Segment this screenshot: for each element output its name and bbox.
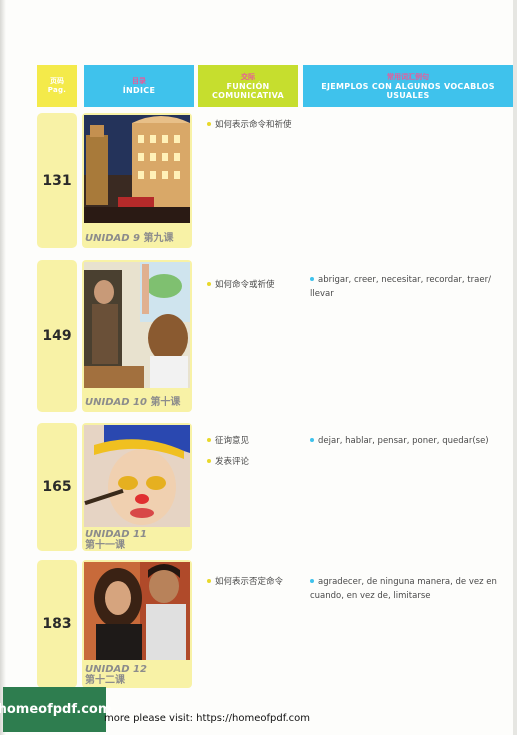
header-index-es: ÍNDICE: [122, 86, 156, 95]
page-right-edge: [513, 0, 517, 735]
header-page-zh: 页码: [50, 77, 64, 85]
page-number: 131: [42, 172, 72, 189]
example-item: abrigar, creer, necesitar, recordar, tra…: [310, 273, 508, 301]
unit-title: UNIDAD 11 第十一课: [85, 529, 147, 551]
unit-title-es: UNIDAD 9: [85, 233, 140, 244]
page-number: 183: [42, 616, 72, 632]
unit-title-es: UNIDAD 11: [85, 529, 147, 540]
header-examples-column: 常用词汇例句 EJEMPLOS CON ALGUNOS VOCABLOS USU…: [303, 65, 513, 107]
bullet-icon: [207, 437, 211, 442]
page-number-cell: 131: [37, 113, 77, 248]
unit-title-zh: 第十课: [150, 397, 181, 408]
page-binding-shadow: [0, 0, 6, 735]
bullet-icon: [207, 578, 211, 583]
unit-title-zh: 第十二课: [85, 675, 125, 686]
function-text: 征询意见: [215, 436, 250, 446]
page-number: 149: [42, 328, 72, 344]
function-item: 如何表示命令和祈使: [207, 118, 295, 132]
bullet-icon: [310, 578, 314, 583]
watermark-link[interactable]: more please visit: https://homeofpdf.com: [104, 713, 310, 724]
unit-card-12[interactable]: UNIDAD 12 第十二课: [82, 560, 192, 688]
header-function-column: 交际 FUNCIÓN COMUNICATIVA: [198, 65, 298, 107]
bullet-icon: [310, 276, 314, 281]
unit-title: UNIDAD 9 第九课: [85, 233, 173, 244]
header-function-zh: 交际: [241, 72, 255, 81]
unit-card-9[interactable]: UNIDAD 9 第九课: [82, 113, 192, 248]
function-item: 如何命令或祈使: [207, 278, 295, 292]
header-examples-es: EJEMPLOS CON ALGUNOS VOCABLOS USUALES: [321, 81, 495, 100]
unit-card-11[interactable]: UNIDAD 11 第十一课: [82, 423, 192, 551]
example-item: dejar, hablar, pensar, poner, quedar(se): [310, 434, 508, 448]
function-text: 发表评论: [215, 457, 250, 467]
unit-title-es: UNIDAD 12: [85, 664, 147, 675]
watermark-logo-text: homeofpdf.com: [0, 702, 112, 717]
function-text: 如何表示命令和祈使: [215, 120, 292, 130]
bullet-icon: [207, 458, 211, 463]
example-text: agradecer, de ninguna manera, de vez en …: [310, 577, 497, 601]
couple-surprised-photo: [84, 562, 190, 660]
function-item: 发表评论: [207, 455, 295, 469]
header-page-column: 页码 Pag.: [37, 65, 77, 107]
example-item: agradecer, de ninguna manera, de vez en …: [310, 575, 508, 603]
example-text: abrigar, creer, necesitar, recordar, tra…: [310, 275, 491, 299]
unit-card-10[interactable]: UNIDAD 10 第十课: [82, 260, 192, 412]
unit-title: UNIDAD 10 第十课: [85, 397, 180, 408]
function-text: 如何命令或祈使: [215, 280, 275, 290]
example-text: dejar, hablar, pensar, poner, quedar(se): [318, 436, 489, 446]
city-building-night-photo: [84, 115, 190, 223]
header-examples-zh: 常用词汇例句: [387, 72, 429, 81]
unit-title-zh: 第九课: [143, 233, 174, 244]
watermark-logo[interactable]: homeofpdf.com: [0, 687, 111, 732]
page-number-cell: 165: [37, 423, 77, 551]
unit-title: UNIDAD 12 第十二课: [85, 664, 147, 686]
child-face-paint-photo: [84, 425, 190, 527]
page-number: 165: [42, 479, 72, 495]
header-function-es: FUNCIÓN COMUNICATIVA: [211, 81, 285, 100]
bullet-icon: [310, 437, 314, 442]
header-index-zh: 目录: [132, 77, 146, 85]
unit-title-zh: 第十一课: [85, 540, 125, 551]
bullet-icon: [207, 281, 211, 286]
classroom-raised-hand-photo: [84, 262, 190, 388]
page-number-cell: 149: [37, 260, 77, 412]
bullet-icon: [207, 121, 211, 126]
function-item: 如何表示否定命令: [207, 575, 295, 589]
header-page-es: Pag.: [47, 86, 67, 94]
function-item: 征询意见: [207, 434, 295, 448]
page-number-cell: 183: [37, 560, 77, 688]
function-text: 如何表示否定命令: [215, 577, 284, 587]
unit-title-es: UNIDAD 10: [85, 397, 147, 408]
header-index-column: 目录 ÍNDICE: [84, 65, 194, 107]
